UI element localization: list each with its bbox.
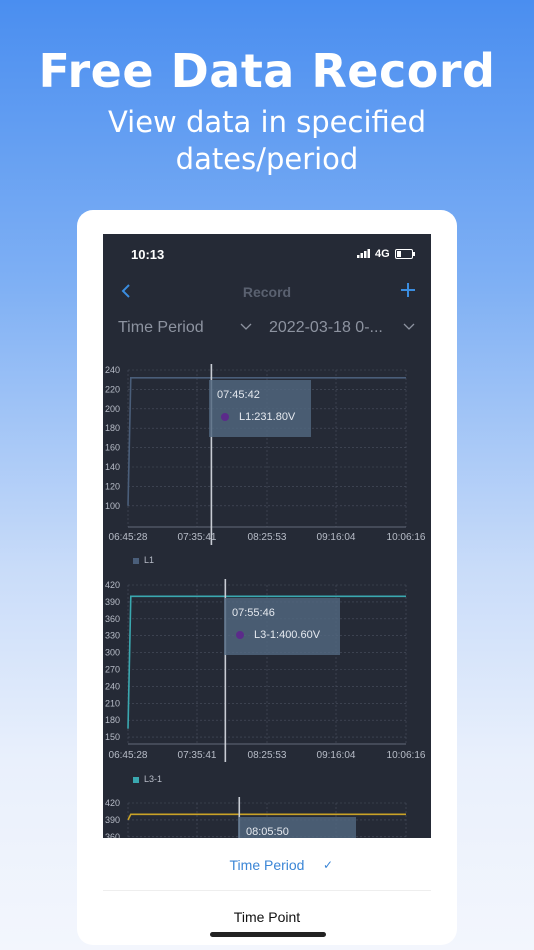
- x-tick-label: 08:25:53: [248, 750, 287, 761]
- divider: [103, 890, 431, 891]
- x-tick-label: 10:06:16: [387, 532, 426, 543]
- y-tick-label: 330: [105, 631, 120, 641]
- chart-2-tooltip: 07:55:46 L3-1:400.60V: [224, 598, 340, 655]
- tooltip-dot: [221, 413, 229, 421]
- legend-label: L3-1: [144, 774, 163, 784]
- tooltip-time: 07:55:46: [232, 607, 275, 619]
- y-tick-label: 390: [105, 597, 120, 607]
- y-tick-label: 180: [105, 715, 120, 725]
- legend-swatch: [133, 776, 139, 783]
- x-tick-label: 06:45:28: [109, 532, 148, 543]
- chart-2-legend: L3-1: [133, 774, 162, 784]
- promo-subline: View data in specified dates/period: [0, 104, 534, 178]
- y-tick-label: 390: [105, 815, 120, 825]
- tooltip-dot: [236, 631, 244, 639]
- y-tick-label: 210: [105, 698, 120, 708]
- tooltip-value: L1:231.80V: [239, 411, 296, 423]
- home-indicator: [210, 932, 326, 937]
- x-tick-label: 08:25:53: [248, 532, 287, 543]
- x-tick-label: 06:45:28: [109, 750, 148, 761]
- x-tick-label: 10:06:16: [387, 750, 426, 761]
- y-tick-label: 180: [105, 423, 120, 433]
- x-tick-label: 09:16:04: [317, 532, 356, 543]
- x-tick-label: 09:16:04: [317, 750, 356, 761]
- chart-1-tooltip: 07:45:42 L1:231.80V: [209, 380, 311, 437]
- option-time-point[interactable]: Time Point: [103, 909, 431, 925]
- tooltip-time: 08:05:50: [246, 826, 289, 838]
- option-time-period[interactable]: Time Period: [103, 857, 431, 873]
- x-tick-label: 07:35:41: [178, 750, 217, 761]
- legend-swatch: [133, 557, 139, 564]
- checkmark-icon: ✓: [323, 858, 334, 872]
- y-tick-label: 120: [105, 481, 120, 491]
- y-tick-label: 160: [105, 443, 120, 453]
- period-action-sheet: Time Period ✓ Time Point: [103, 838, 431, 945]
- y-tick-label: 240: [105, 681, 120, 691]
- y-tick-label: 100: [105, 501, 120, 511]
- y-tick-label: 200: [105, 404, 120, 414]
- y-tick-label: 360: [105, 614, 120, 624]
- promo-subline-line-1: View data in specified: [107, 105, 427, 139]
- legend-label: L1: [144, 555, 155, 565]
- y-tick-label: 420: [105, 798, 120, 808]
- tooltip-value: L3-1:400.60V: [254, 629, 321, 641]
- y-tick-label: 270: [105, 665, 120, 675]
- y-tick-label: 240: [105, 365, 120, 375]
- charts-canvas: 240 220 200 180 160 140 120 100 06:45:28 07:35:41…: [105, 364, 426, 838]
- tooltip-time: 07:45:42: [217, 389, 260, 401]
- y-tick-label: 220: [105, 384, 120, 394]
- app-screen: 10:13 4G Record Time Period 2022-03-18 0…: [103, 234, 431, 838]
- y-tick-label: 420: [105, 580, 120, 590]
- y-tick-label: 140: [105, 462, 120, 472]
- promo-subline-line-2: dates/period: [175, 142, 359, 176]
- y-tick-label: 300: [105, 648, 120, 658]
- promo-headline: Free Data Record: [38, 44, 496, 98]
- chart-3-tooltip: 08:05:50: [238, 817, 356, 838]
- chart-1-legend: L1: [133, 555, 154, 565]
- y-tick-label: 150: [105, 732, 120, 742]
